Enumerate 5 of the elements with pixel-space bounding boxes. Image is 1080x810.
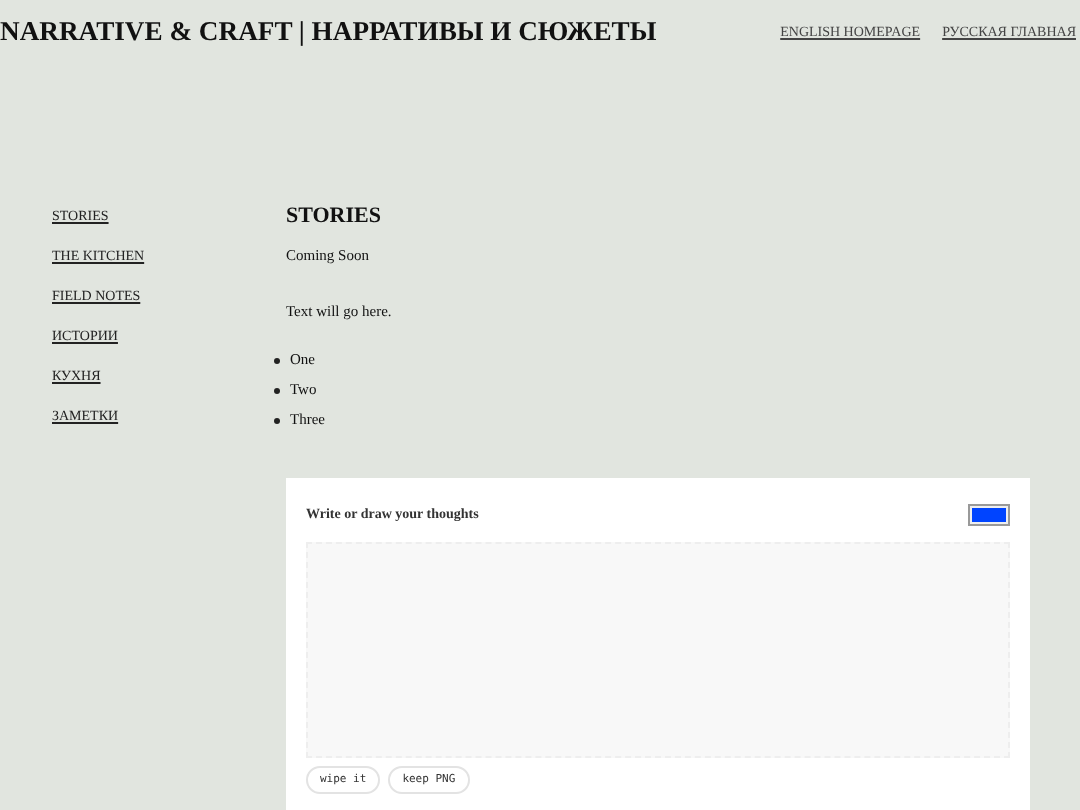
bullet-icon (274, 417, 280, 423)
bullet-icon (274, 387, 280, 393)
page-heading: STORIES (286, 202, 383, 230)
bullet-icon (274, 357, 280, 363)
site-title: NARRATIVE & CRAFT | НАРРАТИВЫ И СЮЖЕТЫ (0, 16, 657, 48)
